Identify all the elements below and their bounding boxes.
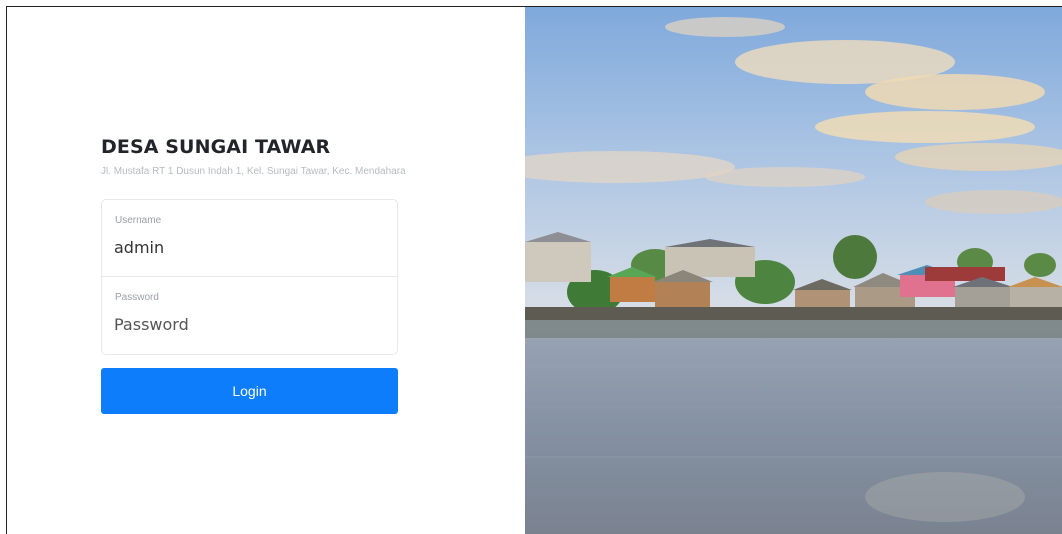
river-village-image xyxy=(525,7,1062,534)
login-form: Username Password xyxy=(101,199,398,355)
username-label: Username xyxy=(115,215,162,226)
username-field: Username xyxy=(102,200,397,277)
username-input[interactable] xyxy=(114,234,384,260)
login-button[interactable]: Login xyxy=(101,368,398,414)
village-title: DESA SUNGAI TAWAR xyxy=(101,136,331,158)
village-address: Jl. Mustafa RT 1 Dusun Indah 1, Kel. Sun… xyxy=(101,166,406,177)
login-page: DESA SUNGAI TAWAR Jl. Mustafa RT 1 Dusun… xyxy=(6,6,1062,534)
password-label: Password xyxy=(115,292,159,303)
password-input[interactable] xyxy=(114,311,384,337)
login-panel: DESA SUNGAI TAWAR Jl. Mustafa RT 1 Dusun… xyxy=(7,7,525,534)
password-field: Password xyxy=(102,277,397,354)
village-photo xyxy=(525,7,1062,534)
